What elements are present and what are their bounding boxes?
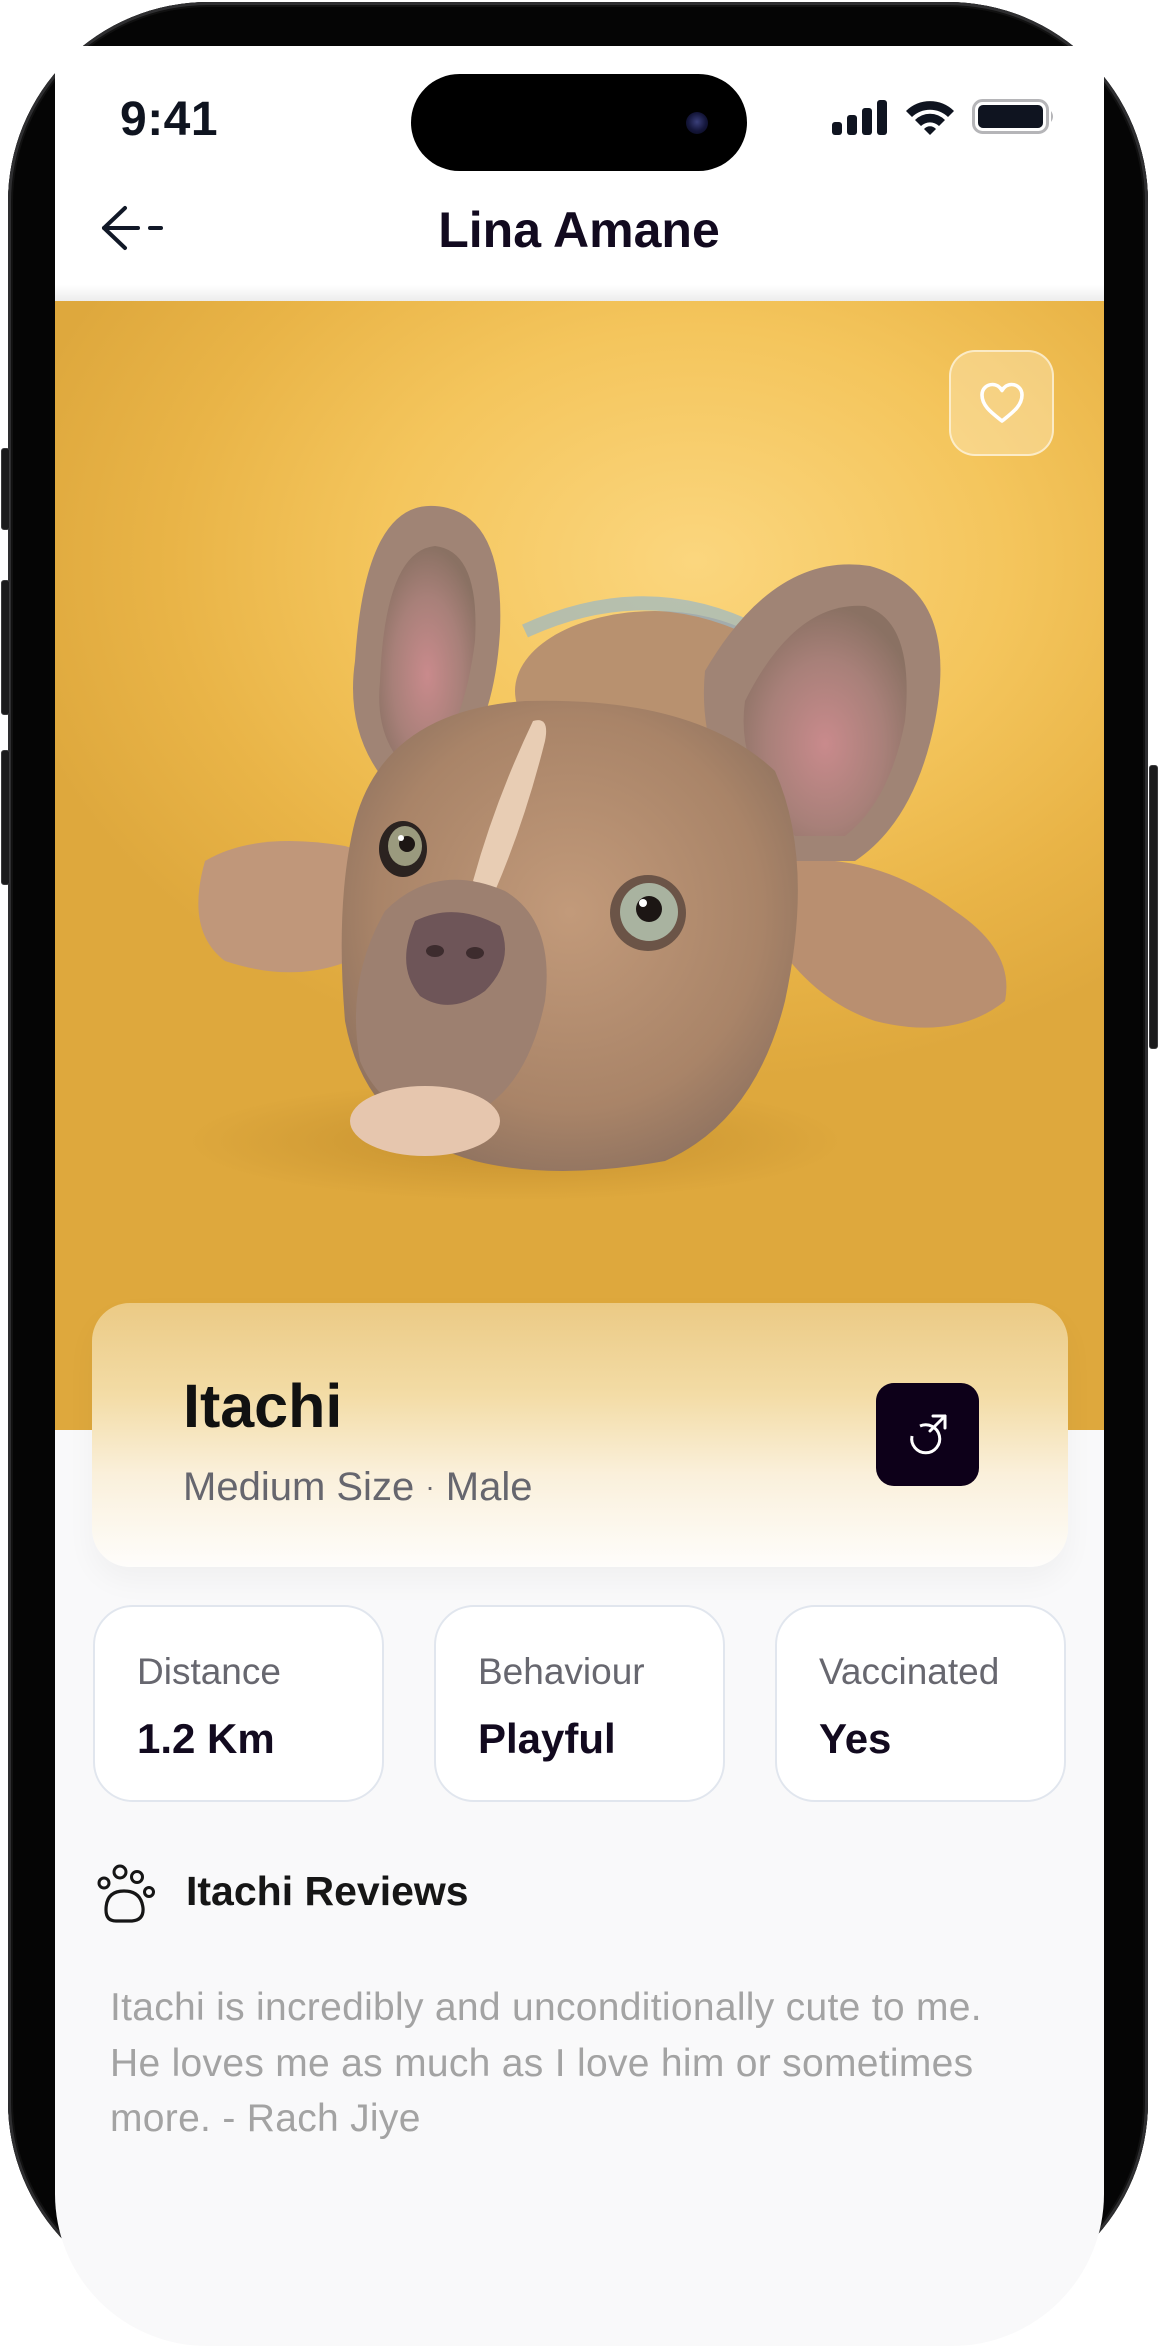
page-title: Lina Amane	[438, 202, 720, 258]
dog-illustration	[185, 505, 1007, 1201]
pet-photo	[55, 301, 1104, 1430]
stat-value: Yes	[819, 1715, 892, 1762]
pet-size: Medium Size	[183, 1465, 415, 1509]
stat-card-vaccinated: Vaccinated Yes	[775, 1605, 1066, 1802]
camera-icon	[686, 112, 708, 134]
power-button	[1149, 765, 1158, 1049]
separator-dot: ·	[425, 1471, 435, 1502]
stat-label: Distance	[137, 1651, 281, 1692]
pet-info-card: Itachi Medium Size · Male	[92, 1303, 1068, 1567]
volume-down-button	[1, 750, 10, 885]
pet-name: Itachi	[183, 1372, 343, 1440]
review-text: Itachi is incredibly and unconditionally…	[110, 1986, 982, 2140]
dynamic-island	[411, 74, 747, 171]
stat-label: Behaviour	[478, 1651, 645, 1692]
paw-icon	[97, 1864, 155, 1923]
stat-value: Playful	[478, 1715, 616, 1762]
header-shadow	[55, 285, 1104, 301]
stat-label: Vaccinated	[819, 1651, 1000, 1692]
stat-value: 1.2 Km	[137, 1715, 275, 1762]
battery-icon	[972, 99, 1053, 134]
wifi-icon	[906, 101, 954, 135]
stat-card-distance: Distance 1.2 Km	[93, 1605, 384, 1802]
reviews-title: Itachi Reviews	[186, 1868, 469, 1914]
male-symbol-icon	[909, 1414, 946, 1454]
volume-up-button	[1, 580, 10, 715]
status-time: 9:41	[120, 93, 219, 146]
action-button	[1, 448, 10, 530]
signal-icon	[832, 100, 887, 135]
pet-gender: Male	[445, 1465, 533, 1509]
pet-details: Medium Size · Male	[183, 1465, 532, 1510]
heart-outline-icon	[979, 382, 1024, 423]
gender-button[interactable]	[876, 1383, 979, 1486]
stat-card-behaviour: Behaviour Playful	[434, 1605, 725, 1802]
favorite-button[interactable]	[949, 350, 1054, 456]
